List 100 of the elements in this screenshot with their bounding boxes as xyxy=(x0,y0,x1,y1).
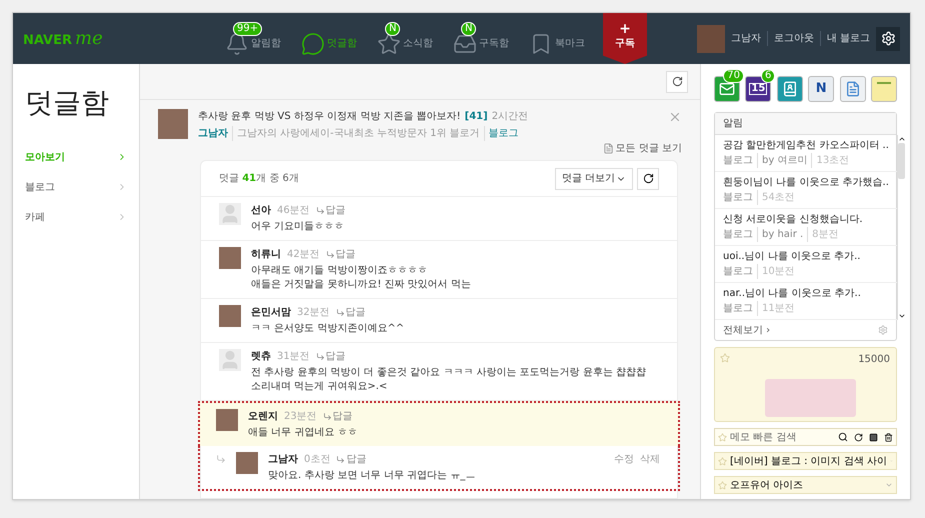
alert-item[interactable]: nar..님이 나를 이웃으로 추가.. 블로그 11분전 xyxy=(715,283,897,320)
refresh-button[interactable] xyxy=(637,168,659,190)
commenter-name[interactable]: 선아 xyxy=(251,203,271,218)
alert-item[interactable]: 흰둥이님이 나를 이웃으로 추가했습.. 블로그 54초전 xyxy=(715,172,897,209)
avatar-photo xyxy=(158,109,188,139)
reply-arrow-icon xyxy=(336,308,345,317)
naver-me-logo[interactable]: NAVER me xyxy=(23,25,223,52)
refresh-icon xyxy=(672,76,682,87)
settings-icon xyxy=(880,31,896,46)
comment-time: 0초전 xyxy=(304,453,330,467)
count-badge: N xyxy=(461,22,476,36)
avatar-photo xyxy=(236,452,258,474)
commenter-name[interactable]: 은민서맘 xyxy=(251,305,291,320)
document-icon xyxy=(844,81,861,97)
reply-arrow-icon xyxy=(326,250,335,259)
settings-button[interactable] xyxy=(876,26,900,50)
document-app-button[interactable] xyxy=(840,76,866,102)
alert-item[interactable]: uoi..님이 나를 이웃으로 추가.. 블로그 10분전 xyxy=(715,246,897,283)
memo-app-button[interactable] xyxy=(870,76,897,102)
default-avatar xyxy=(219,349,241,371)
comment-time: 42분전 xyxy=(287,248,320,262)
reply-arrow-icon xyxy=(316,206,325,215)
search-icon[interactable] xyxy=(838,432,848,442)
default-avatar xyxy=(219,203,241,225)
n-app-button[interactable]: N xyxy=(808,76,834,102)
reply-link[interactable]: 답글 xyxy=(316,203,346,218)
avatar-photo xyxy=(219,247,241,269)
sidebar-item[interactable]: 카페 xyxy=(13,202,139,232)
comment-time: 31분전 xyxy=(277,350,310,364)
alert-item[interactable]: 신청 서로이웃을 신청했습니다. 블로그 by hair . 8분전 xyxy=(715,209,897,246)
comment-text: 아무래도 애기들 먹방이짱이죠ㅎㅎㅎㅎ 애들은 거짓말을 못하니까요! 진짜 맛있어서 먹는 xyxy=(251,264,472,292)
nav-tab[interactable]: 덧글함 xyxy=(299,22,357,56)
reply-link[interactable]: 답글 xyxy=(316,349,346,364)
header-link[interactable]: 로그아웃 xyxy=(766,31,814,46)
nav-tab[interactable]: 99+ 알림함 xyxy=(223,22,281,56)
bell-icon xyxy=(225,32,249,56)
avatar-photo xyxy=(216,409,238,431)
page-title: 덧글함 xyxy=(24,85,110,121)
comment-text: ㅋㅋ 은서양도 먹방지존이예요^^ xyxy=(251,322,406,336)
comment-time: 32분전 xyxy=(297,306,330,320)
settings-icon[interactable] xyxy=(878,325,888,335)
commenter-name[interactable]: 히류니 xyxy=(251,247,281,262)
source-link[interactable]: 블로그 xyxy=(484,126,519,141)
comment-time: 23분전 xyxy=(284,410,317,424)
reply-arrow-icon xyxy=(316,352,325,361)
contacts-app-button[interactable] xyxy=(776,76,803,102)
reply-link[interactable]: 답글 xyxy=(326,247,356,262)
nav-tab[interactable]: N 구독함 xyxy=(451,22,509,56)
commenter-name[interactable]: 렛츄 xyxy=(251,349,271,364)
note-line-icon xyxy=(876,82,891,84)
blog-name: 그남자의 사랑에세이-국내최초 누적방문자 1위 블로거 xyxy=(232,126,480,141)
count-badge: 99+ xyxy=(233,22,262,36)
username-link[interactable]: 그남자 xyxy=(730,31,761,46)
reply-link[interactable]: 답글 xyxy=(336,305,366,320)
reply-link[interactable]: 답글 xyxy=(336,452,366,467)
refresh-button[interactable] xyxy=(666,70,688,92)
refresh-icon xyxy=(642,173,654,184)
reply-indent-icon xyxy=(216,454,226,464)
commenter-name[interactable]: 그남자 xyxy=(268,452,298,467)
star-icon xyxy=(718,432,727,442)
address-book-icon xyxy=(782,81,798,97)
trash-icon[interactable] xyxy=(884,432,893,442)
comment-text: 맞아요. 추사랑 보면 너무 너무 귀엽다는 ㅠ_ㅡ xyxy=(268,469,476,483)
post-title[interactable]: 추사랑 윤후 먹방 VS 하정우 이정재 먹방 지존을 뽑아보자! xyxy=(198,109,461,124)
comment-summary: 덧글 41개 중 6개 xyxy=(219,172,299,186)
star-icon xyxy=(718,456,727,466)
count-badge: 6 xyxy=(761,69,776,83)
more-comments-button[interactable]: 덧글 더보기 xyxy=(554,168,633,190)
dropdown-caret-icon[interactable] xyxy=(885,481,893,489)
comment-time: 46분전 xyxy=(277,204,310,218)
count-badge: 70 xyxy=(723,69,744,83)
envelope-icon xyxy=(719,81,735,97)
reply-arrow-icon xyxy=(322,412,332,421)
alerts-title: 알림 xyxy=(715,113,896,135)
star-icon[interactable] xyxy=(720,353,730,363)
avatar-photo xyxy=(219,305,241,327)
scroll-down-icon[interactable] xyxy=(898,312,906,320)
comment-text: 애들 너무 귀엽네요 ㅎㅎ xyxy=(248,426,359,440)
scroll-thumb[interactable] xyxy=(898,143,906,179)
commenter-name[interactable]: 오렌지 xyxy=(248,409,278,424)
author-link[interactable]: 그남자 xyxy=(198,126,228,141)
square-icon[interactable] xyxy=(869,432,878,442)
post-time: 2시간전 xyxy=(492,110,528,124)
nav-tab[interactable]: 북마크 xyxy=(527,22,585,56)
refresh-icon[interactable] xyxy=(854,432,863,442)
alert-item[interactable]: 공감 할만한게임추천 카오스파이터 .. 블로그 by 여르미 13초전 xyxy=(715,135,897,172)
nav-tab[interactable]: N 소식함 xyxy=(375,22,433,56)
subscribe-button[interactable]: + 구독 xyxy=(603,13,647,64)
chat-bubble-icon xyxy=(301,32,325,56)
memo-search-field[interactable]: 메모 빠른 검색 xyxy=(730,430,835,444)
memo-count: 15000 xyxy=(858,353,890,367)
memo-search-bar[interactable]: 메모 빠른 검색 xyxy=(714,428,897,446)
view-all-link[interactable]: 전체보기 › xyxy=(723,322,770,338)
comment-text: 전 추사랑 윤후의 먹방이 더 좋은것 같아요 ㅋㅋㅋ 사랑이는 포도먹는거랑 윤후는 챱챱챱 소리내며 먹는게 귀여워요>.< xyxy=(251,366,647,394)
all-comments-link[interactable]: 모든 덧글 보기 xyxy=(602,141,682,156)
comment-text: 어우 기요미들ㅎㅎㅎ xyxy=(251,220,346,234)
header-link[interactable]: 내 블로그 xyxy=(820,31,870,46)
sidebar-item[interactable]: 블로그 xyxy=(13,172,139,202)
reply-arrow-icon xyxy=(336,455,346,464)
scroll-up-icon[interactable] xyxy=(898,135,906,143)
